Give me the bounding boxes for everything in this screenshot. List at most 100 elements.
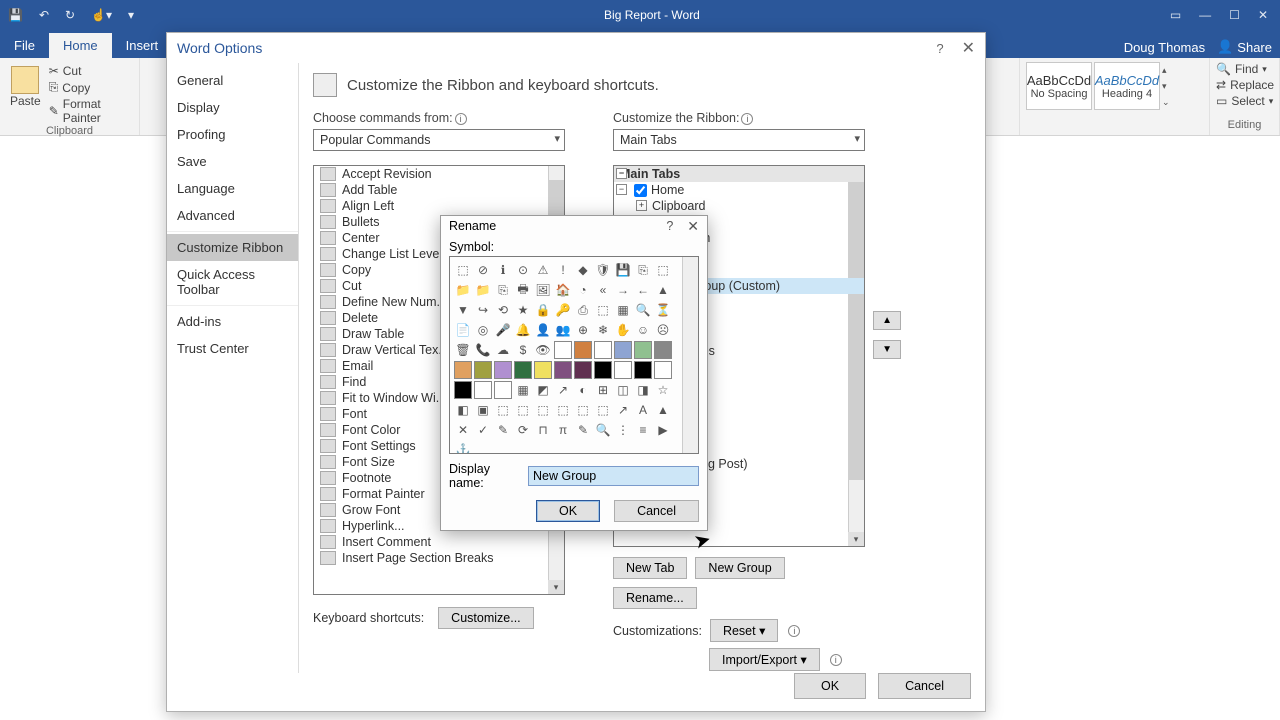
symbol-color-option[interactable]: [634, 361, 652, 379]
sidebar-item-language[interactable]: Language: [167, 175, 298, 202]
symbol-option[interactable]: ⎙: [574, 301, 592, 319]
minimize-icon[interactable]: —: [1199, 8, 1211, 22]
style-heading4[interactable]: AaBbCcDd Heading 4: [1094, 62, 1160, 110]
move-up-button[interactable]: ▲: [873, 311, 901, 330]
close-icon[interactable]: ✕: [1258, 8, 1268, 22]
sidebar-item-save[interactable]: Save: [167, 148, 298, 175]
new-tab-button[interactable]: New Tab: [613, 557, 687, 579]
replace-button[interactable]: ⇄Replace: [1216, 78, 1273, 92]
sidebar-item-advanced[interactable]: Advanced: [167, 202, 298, 229]
symbol-option[interactable]: !: [554, 261, 572, 279]
symbol-color-option[interactable]: [494, 381, 512, 399]
rename-cancel-button[interactable]: Cancel: [614, 500, 699, 522]
sidebar-item-trust-center[interactable]: Trust Center: [167, 335, 298, 362]
expand-icon[interactable]: +: [636, 200, 647, 211]
save-icon[interactable]: 💾: [8, 8, 23, 22]
symbol-option[interactable]: 👥: [554, 321, 572, 339]
symbol-option[interactable]: 🖼: [534, 281, 552, 299]
sidebar-item-add-ins[interactable]: Add-ins: [167, 308, 298, 335]
symbol-option[interactable]: 🔑: [554, 301, 572, 319]
info-icon[interactable]: i: [830, 654, 842, 666]
symbol-option[interactable]: ⊓: [534, 421, 552, 439]
command-item[interactable]: Insert Comment: [314, 534, 564, 550]
copy-button[interactable]: ⎘Copy: [49, 80, 133, 95]
symbol-option[interactable]: ⎘: [634, 261, 652, 279]
redo-icon[interactable]: ↻: [65, 8, 75, 22]
symbol-option[interactable]: ◩: [534, 381, 552, 399]
command-item[interactable]: Insert Page Section Breaks: [314, 550, 564, 566]
close-icon[interactable]: ✕: [687, 218, 699, 235]
symbol-option[interactable]: π: [554, 421, 572, 439]
symbol-option[interactable]: ⬚: [654, 261, 672, 279]
symbol-option[interactable]: ✎: [494, 421, 512, 439]
symbol-option[interactable]: ☹: [654, 321, 672, 339]
symbol-option[interactable]: ⬚: [534, 401, 552, 419]
command-item[interactable]: Add Table: [314, 182, 564, 198]
symbol-option[interactable]: ⊙: [514, 261, 532, 279]
symbol-option[interactable]: 📞: [474, 341, 492, 359]
select-button[interactable]: ▭Select▾: [1216, 94, 1273, 108]
symbol-option[interactable]: A: [634, 401, 652, 419]
symbol-color-option[interactable]: [554, 341, 572, 359]
symbol-color-option[interactable]: [454, 381, 472, 399]
symbol-option[interactable]: ▲: [654, 401, 672, 419]
sidebar-item-proofing[interactable]: Proofing: [167, 121, 298, 148]
symbol-option[interactable]: 🔒: [534, 301, 552, 319]
sidebar-item-display[interactable]: Display: [167, 94, 298, 121]
symbol-option[interactable]: ◨: [634, 381, 652, 399]
symbol-color-option[interactable]: [474, 361, 492, 379]
symbol-option[interactable]: ⏳: [654, 301, 672, 319]
reset-button[interactable]: Reset ▾: [710, 619, 778, 642]
symbol-option[interactable]: ✋: [614, 321, 632, 339]
rename-button[interactable]: Rename...: [613, 587, 697, 609]
maximize-icon[interactable]: ☐: [1229, 8, 1240, 22]
paste-button[interactable]: Paste: [6, 64, 45, 125]
symbol-option[interactable]: ⬚: [494, 401, 512, 419]
cut-button[interactable]: ✂Cut: [49, 64, 133, 78]
symbol-option[interactable]: ⊘: [474, 261, 492, 279]
symbol-color-option[interactable]: [654, 361, 672, 379]
tree-item[interactable]: +Clipboard: [614, 198, 864, 214]
symbol-option[interactable]: ↗: [614, 401, 632, 419]
symbol-option[interactable]: 🏠: [554, 281, 572, 299]
symbol-option[interactable]: ☺: [634, 321, 652, 339]
sidebar-item-customize-ribbon[interactable]: Customize Ribbon: [167, 234, 298, 261]
find-button[interactable]: 🔍Find▾: [1216, 62, 1273, 76]
symbol-option[interactable]: ←: [634, 281, 652, 299]
qat-customize-icon[interactable]: ▾: [128, 8, 134, 22]
tab-insert[interactable]: Insert: [112, 33, 173, 58]
import-export-button[interactable]: Import/Export ▾: [709, 648, 820, 671]
symbol-option[interactable]: 🖶: [514, 281, 532, 299]
symbol-option[interactable]: ◧: [454, 401, 472, 419]
symbol-option[interactable]: ↗: [554, 381, 572, 399]
scroll-down-icon[interactable]: ▾: [548, 580, 564, 594]
styles-gallery-arrows[interactable]: ▴▾⌄: [1162, 62, 1178, 110]
symbol-option[interactable]: 📁: [474, 281, 492, 299]
symbol-option[interactable]: 🔔: [514, 321, 532, 339]
scrollbar[interactable]: [682, 257, 698, 453]
symbol-color-option[interactable]: [614, 341, 632, 359]
symbol-option[interactable]: ⋮: [614, 421, 632, 439]
display-name-input[interactable]: [528, 466, 699, 486]
symbol-option[interactable]: ↪: [474, 301, 492, 319]
rename-ok-button[interactable]: OK: [536, 500, 600, 522]
symbol-color-option[interactable]: [634, 341, 652, 359]
symbol-option[interactable]: ☁: [494, 341, 512, 359]
symbol-option[interactable]: ▣: [474, 401, 492, 419]
tab-home[interactable]: Home: [49, 33, 112, 58]
symbol-color-option[interactable]: [514, 361, 532, 379]
symbol-option[interactable]: ⬚: [594, 301, 612, 319]
symbol-option[interactable]: ▦: [614, 301, 632, 319]
symbol-color-option[interactable]: [494, 361, 512, 379]
symbol-color-option[interactable]: [554, 361, 572, 379]
symbol-option[interactable]: ☆: [654, 381, 672, 399]
symbol-option[interactable]: ▼: [454, 301, 472, 319]
ribbon-options-icon[interactable]: ▭: [1170, 8, 1181, 22]
symbol-option[interactable]: ⬚: [594, 401, 612, 419]
symbol-option[interactable]: ⟲: [494, 301, 512, 319]
info-icon[interactable]: i: [741, 113, 753, 125]
symbol-option[interactable]: 🛡: [594, 261, 612, 279]
keyboard-customize-button[interactable]: Customize...: [438, 607, 533, 629]
customize-ribbon-dropdown[interactable]: Main Tabs: [613, 129, 865, 151]
symbol-option[interactable]: 👁: [534, 341, 552, 359]
